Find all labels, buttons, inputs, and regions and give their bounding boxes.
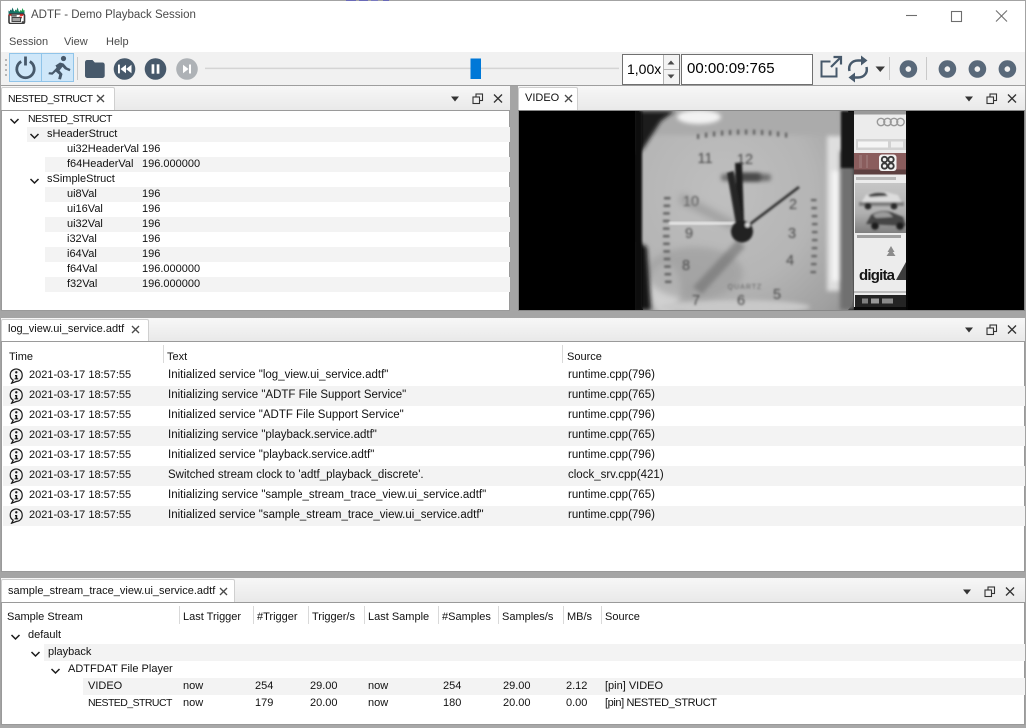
- svg-text:9: 9: [685, 226, 693, 242]
- svg-text:6: 6: [737, 293, 745, 309]
- svg-text:2: 2: [789, 197, 797, 213]
- svg-text:3: 3: [788, 226, 796, 242]
- svg-text:11: 11: [697, 151, 712, 167]
- svg-text:4: 4: [786, 253, 794, 269]
- svg-text:8: 8: [682, 258, 690, 274]
- svg-text:QUARTZ: QUARTZ: [728, 284, 763, 291]
- svg-text:5: 5: [773, 287, 781, 303]
- svg-text:7: 7: [692, 293, 700, 309]
- svg-text:digita: digita: [859, 267, 896, 284]
